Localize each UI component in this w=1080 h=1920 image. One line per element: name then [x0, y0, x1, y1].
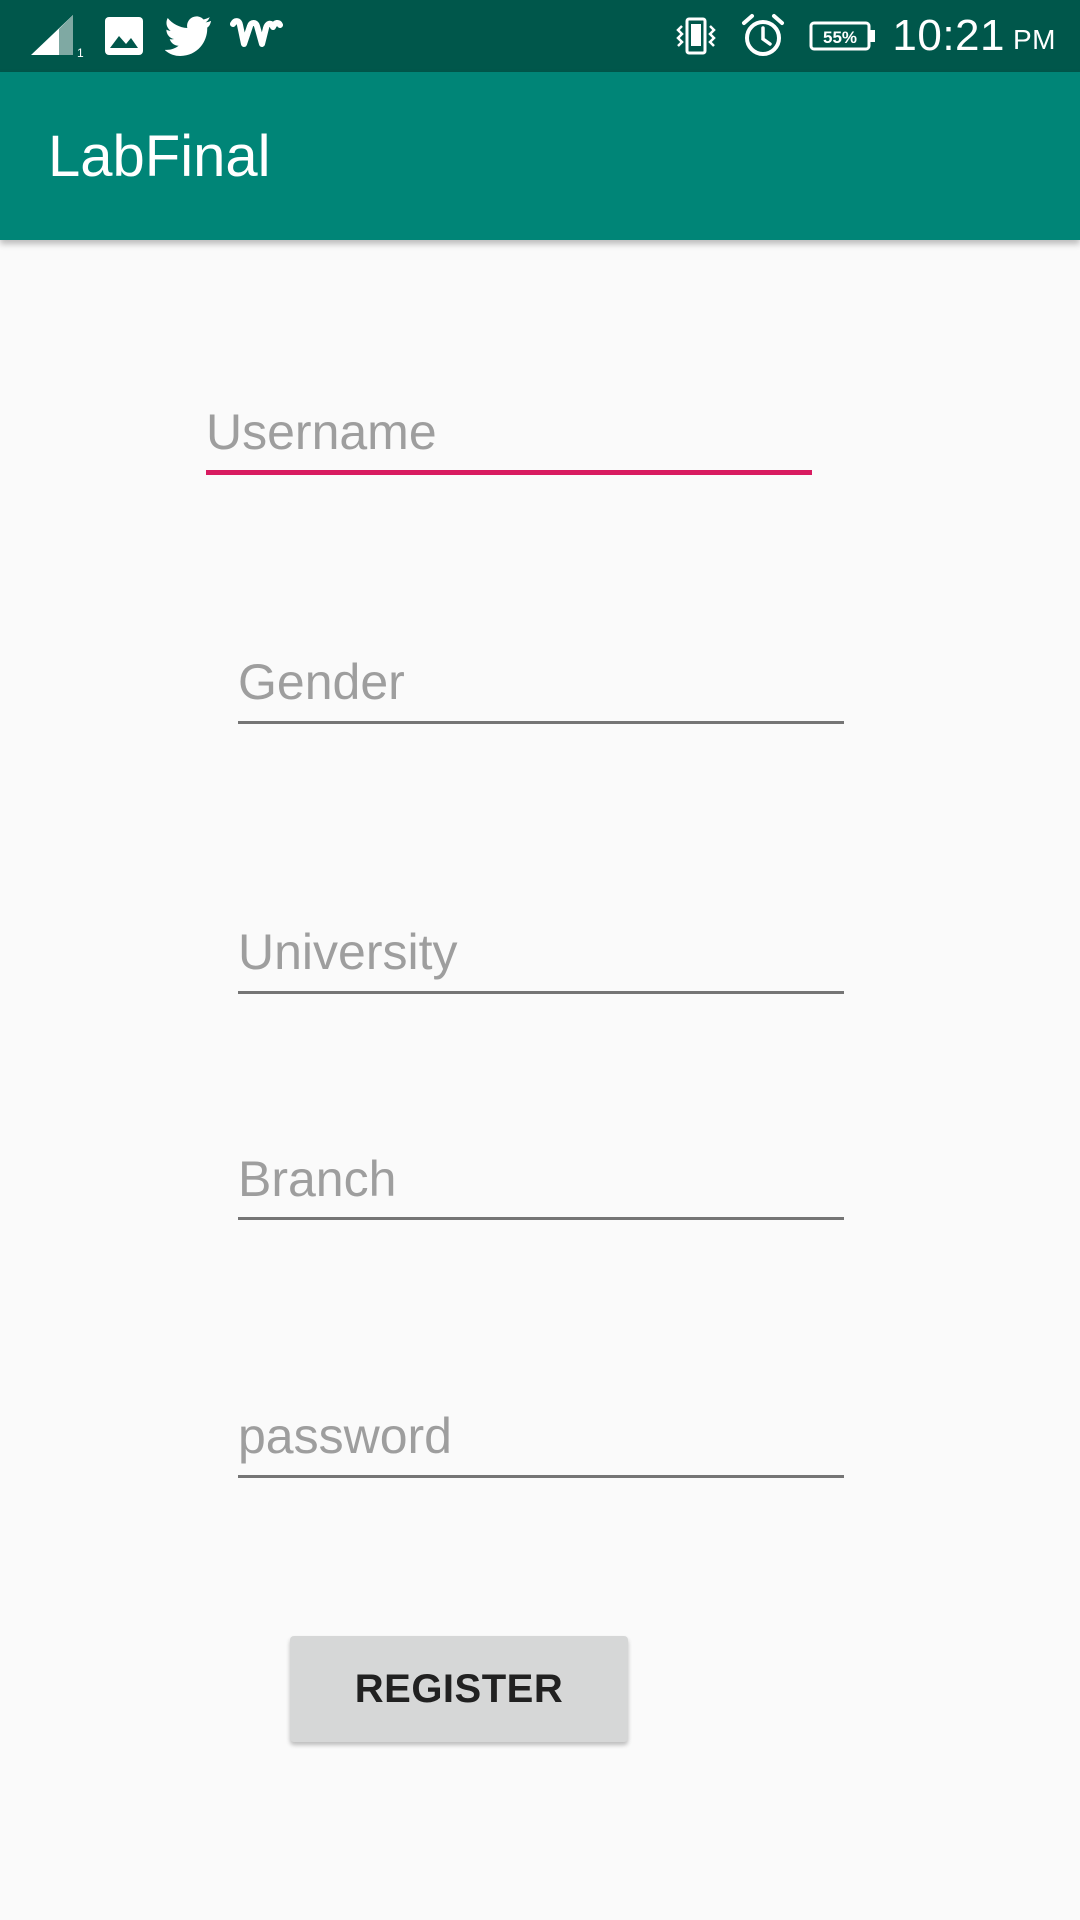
clock-time: 10:21	[892, 11, 1005, 60]
app-bar: LabFinal	[0, 72, 1080, 240]
battery-icon: 55%	[808, 0, 878, 72]
branch-field[interactable]	[238, 1143, 844, 1223]
vibrate-icon	[672, 0, 720, 72]
username-input[interactable]	[206, 396, 812, 468]
branch-underline	[238, 1217, 844, 1220]
signal-icon: 1	[28, 0, 88, 72]
register-button[interactable]: REGISTER	[290, 1636, 628, 1742]
svg-text:1: 1	[77, 46, 84, 59]
clock: 10:21 PM	[892, 0, 1056, 72]
branch-input[interactable]	[238, 1143, 844, 1215]
gallery-icon	[102, 0, 146, 72]
alarm-icon	[738, 0, 788, 72]
password-input[interactable]	[238, 1400, 844, 1472]
password-underline	[238, 1475, 844, 1478]
status-bar: 1 55% 10:21 PM	[0, 0, 1080, 72]
gender-field[interactable]	[238, 646, 844, 726]
clock-ampm: PM	[1013, 24, 1056, 55]
twitter-icon	[164, 0, 214, 72]
username-underline	[206, 470, 812, 475]
gender-underline	[238, 721, 844, 724]
wattpad-icon	[228, 0, 284, 72]
password-field[interactable]	[238, 1400, 844, 1480]
university-field[interactable]	[238, 916, 844, 996]
gender-input[interactable]	[238, 646, 844, 718]
university-underline	[238, 991, 844, 994]
battery-text: 55%	[823, 28, 857, 47]
university-input[interactable]	[238, 916, 844, 988]
app-title: LabFinal	[48, 123, 271, 189]
username-field[interactable]	[206, 396, 812, 476]
